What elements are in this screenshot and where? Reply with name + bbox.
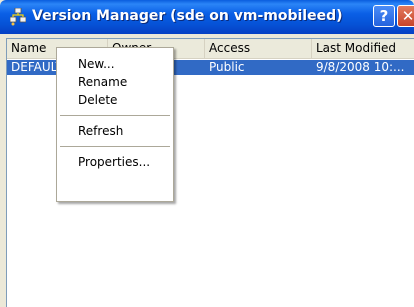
menu-item-refresh[interactable]: Refresh [57,122,173,140]
column-header-last-modified[interactable]: Last Modified [312,39,414,58]
window-title: Version Manager (sde on vm-mobileed) [32,8,343,24]
close-button[interactable]: ✕ [397,5,414,27]
context-menu: New... Rename Delete Refresh Properties.… [56,47,174,202]
help-button[interactable]: ? [373,5,395,27]
cell-last-modified: 9/8/2008 10:... [316,60,405,74]
help-icon: ? [379,7,389,25]
menu-item-delete[interactable]: Delete [57,91,173,109]
menu-item-new[interactable]: New... [57,55,173,73]
version-manager-icon [10,8,26,26]
version-manager-window: Version Manager (sde on vm-mobileed) ? ✕… [0,0,414,307]
menu-separator [60,146,170,147]
menu-item-properties[interactable]: Properties... [57,153,173,171]
menu-item-rename[interactable]: Rename [57,73,173,91]
close-icon: ✕ [401,7,414,25]
menu-separator [60,115,170,116]
column-header-access[interactable]: Access [205,39,312,58]
title-bar[interactable]: Version Manager (sde on vm-mobileed) ? ✕ [0,0,414,34]
cell-access: Public [209,60,245,74]
